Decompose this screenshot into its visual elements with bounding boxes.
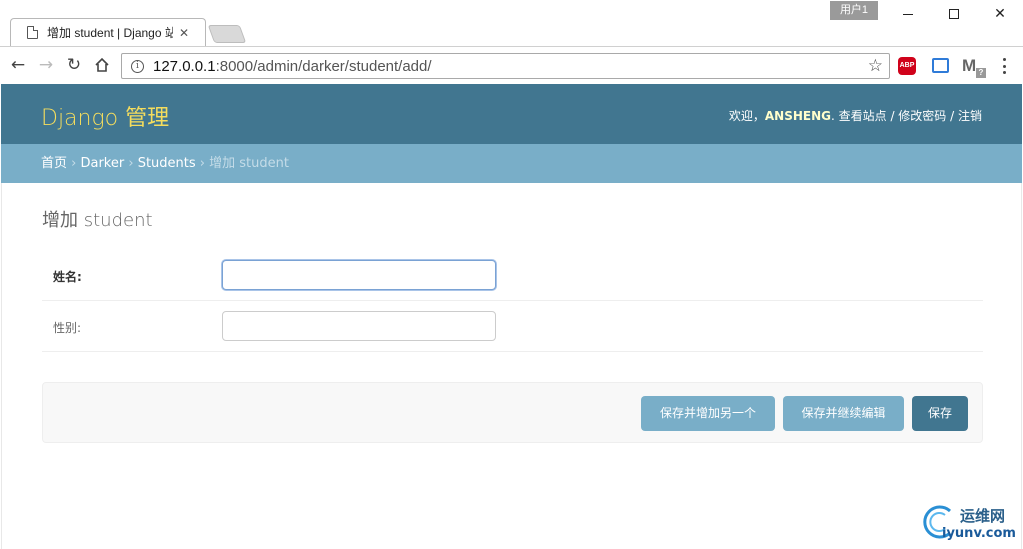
minimize-icon bbox=[903, 13, 913, 15]
form-row-gender: 性别: bbox=[42, 301, 983, 352]
logout-link[interactable]: 注销 bbox=[958, 109, 982, 123]
tab-close-icon[interactable]: ✕ bbox=[179, 26, 189, 40]
form-row-name: 姓名: bbox=[42, 250, 983, 301]
tab-title: 增加 student | Django 站 bbox=[47, 26, 173, 40]
window-close-button[interactable]: ✕ bbox=[977, 0, 1023, 28]
admin-header: Django 管理 欢迎，ANSHENG. 查看站点 / 修改密码 / 注销 bbox=[1, 84, 1022, 144]
window-minimize-button[interactable] bbox=[885, 0, 931, 28]
name-label: 姓名: bbox=[53, 270, 82, 284]
breadcrumb-app[interactable]: Darker bbox=[80, 156, 124, 171]
star-icon[interactable]: ☆ bbox=[868, 56, 883, 76]
window-maximize-button[interactable] bbox=[931, 0, 977, 28]
site-branding[interactable]: Django 管理 bbox=[41, 100, 169, 132]
welcome-text: 欢迎， bbox=[728, 109, 765, 123]
breadcrumb-current: 增加 student bbox=[209, 156, 289, 171]
new-tab-button[interactable] bbox=[207, 25, 247, 43]
more-vertical-icon[interactable] bbox=[996, 57, 1012, 75]
page-title: 增加 student bbox=[42, 210, 153, 231]
change-password-link[interactable]: 修改密码 bbox=[898, 109, 946, 123]
gmail-extension-icon[interactable]: M ? bbox=[962, 56, 986, 78]
watermark-cn: 运维网 bbox=[960, 507, 1006, 525]
info-icon[interactable]: i bbox=[131, 59, 144, 73]
maximize-icon bbox=[949, 9, 959, 19]
watermark-logo: 运维网 iyunv.com bbox=[918, 501, 1022, 547]
gmail-badge: ? bbox=[976, 68, 986, 78]
breadcrumb-home[interactable]: 首页 bbox=[41, 156, 67, 171]
save-add-another-button[interactable]: 保存并增加另一个 bbox=[641, 396, 775, 431]
home-button[interactable] bbox=[91, 54, 113, 76]
extension-icon[interactable] bbox=[932, 58, 949, 73]
save-button[interactable]: 保存 bbox=[912, 396, 968, 431]
submit-row: 保存并增加另一个 保存并继续编辑 保存 bbox=[42, 382, 983, 443]
gender-input[interactable] bbox=[222, 311, 496, 341]
browser-tabstrip: 增加 student | Django 站 ✕ 用户1 ✕ bbox=[0, 0, 1023, 46]
page-icon bbox=[27, 26, 38, 39]
url-text[interactable]: 127.0.0.1:8000/admin/darker/student/add/ bbox=[153, 58, 432, 75]
arrow-right-icon: → bbox=[38, 55, 54, 75]
back-button[interactable]: ← bbox=[7, 54, 29, 76]
breadcrumb-model[interactable]: Students bbox=[138, 156, 196, 171]
home-icon bbox=[95, 57, 109, 72]
view-site-link[interactable]: 查看站点 bbox=[839, 109, 887, 123]
browser-toolbar: ← → ↻ i 127.0.0.1:8000/admin/darker/stud… bbox=[0, 46, 1023, 84]
main-content: 增加 student 姓名: 性别: 保存并增加另一个 保存并继续编辑 保存 bbox=[1, 183, 1022, 549]
name-input[interactable] bbox=[222, 260, 496, 290]
reload-icon: ↻ bbox=[66, 55, 82, 75]
breadcrumb: 首页 › Darker › Students › 增加 student bbox=[1, 144, 1022, 183]
save-continue-button[interactable]: 保存并继续编辑 bbox=[783, 396, 904, 431]
adblock-extension-icon[interactable]: ABP bbox=[898, 57, 916, 75]
close-icon: ✕ bbox=[994, 6, 1006, 22]
user-tools: 欢迎，ANSHENG. 查看站点 / 修改密码 / 注销 bbox=[728, 109, 982, 123]
profile-badge[interactable]: 用户1 bbox=[830, 1, 878, 20]
address-bar[interactable]: i 127.0.0.1:8000/admin/darker/student/ad… bbox=[121, 53, 890, 79]
username: ANSHENG bbox=[764, 109, 831, 123]
arrow-left-icon: ← bbox=[10, 55, 26, 75]
forward-button[interactable]: → bbox=[35, 54, 57, 76]
reload-button[interactable]: ↻ bbox=[63, 54, 85, 76]
watermark-en: iyunv.com bbox=[942, 526, 1016, 541]
gender-label: 性别: bbox=[53, 321, 82, 335]
browser-tab-active[interactable]: 增加 student | Django 站 ✕ bbox=[10, 18, 206, 46]
